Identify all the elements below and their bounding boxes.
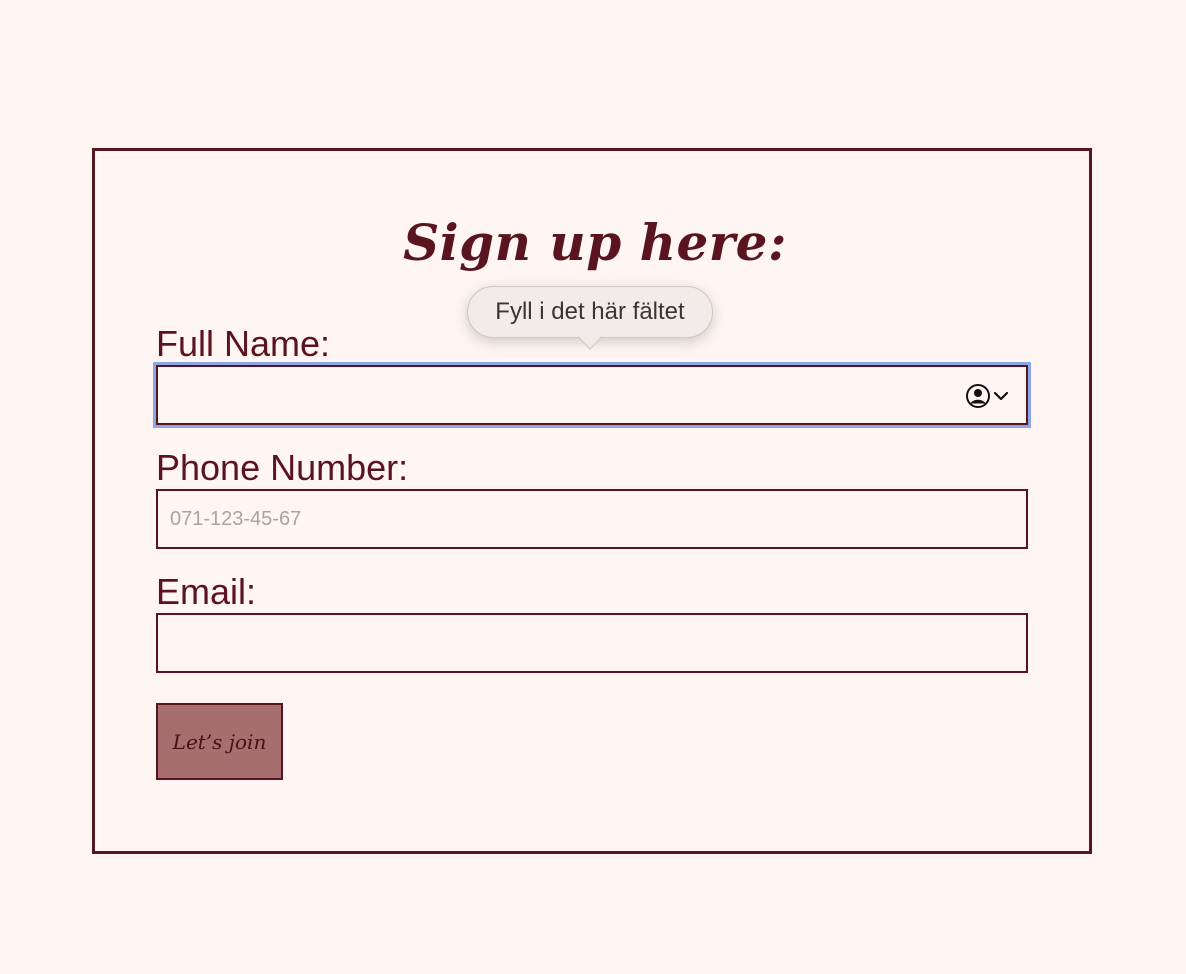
chevron-down-icon [993, 388, 1009, 409]
validation-tooltip: Fyll i det här fältet [467, 286, 713, 350]
validation-tooltip-text: Fyll i det här fältet [495, 298, 685, 325]
phone-number-field[interactable] [156, 489, 1028, 549]
signup-card: Sign up here: Full Name: Phone Number: E… [92, 148, 1092, 854]
page: Sign up here: Full Name: Phone Number: E… [0, 0, 1186, 974]
email-field[interactable] [156, 613, 1028, 673]
email-label: Email: [156, 571, 257, 612]
full-name-field[interactable] [156, 365, 1028, 425]
join-button[interactable]: Let’s join [156, 703, 283, 780]
contact-card-icon [965, 383, 991, 414]
form-title: Sign up here: [403, 213, 787, 272]
full-name-label: Full Name: [156, 323, 331, 364]
phone-number-label: Phone Number: [156, 447, 409, 488]
tooltip-arrow [578, 336, 602, 350]
autofill-button[interactable] [965, 383, 1009, 414]
